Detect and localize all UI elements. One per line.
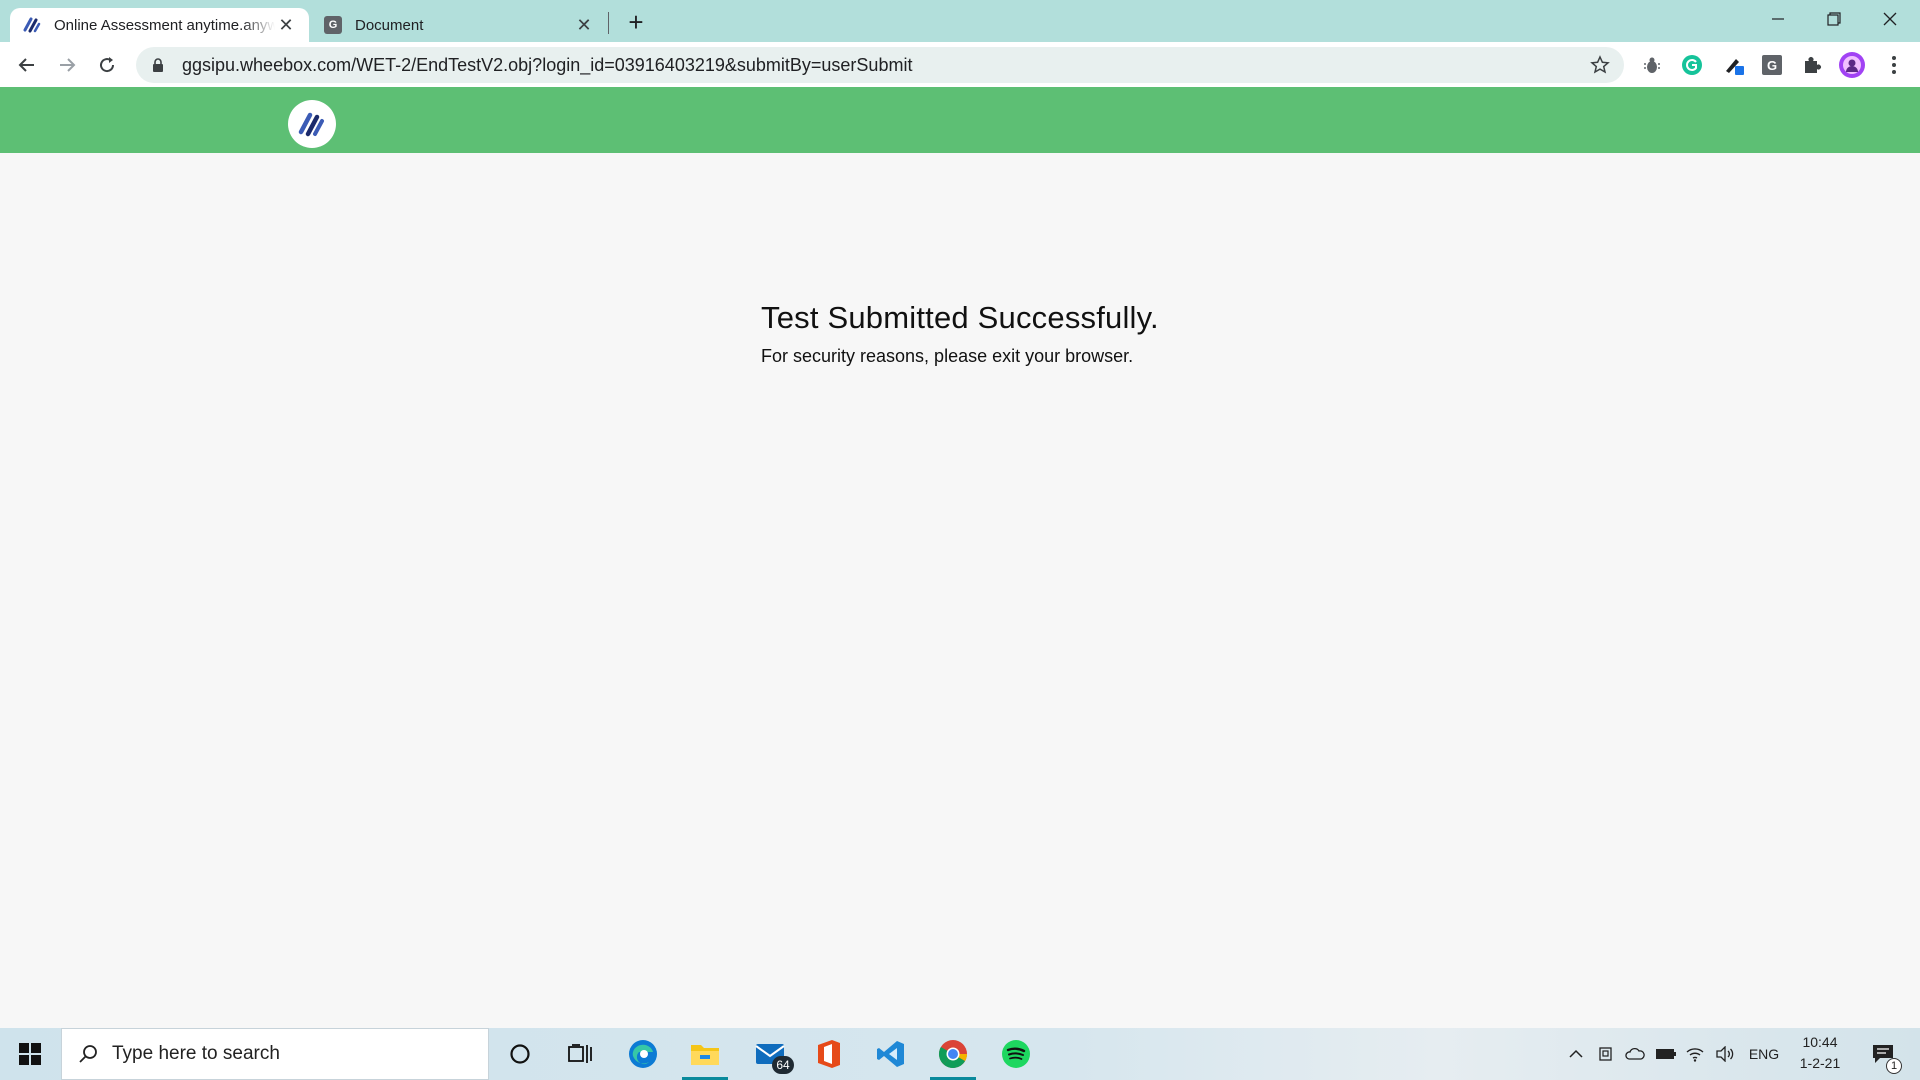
- wheebox-icon: [22, 15, 42, 35]
- new-tab-button[interactable]: +: [622, 7, 650, 37]
- g-extension-icon[interactable]: G: [1758, 51, 1786, 79]
- page-subtitle: For security reasons, please exit your b…: [761, 346, 1134, 366]
- mail-icon[interactable]: 64: [742, 1028, 800, 1080]
- clock-date: 1-2-21: [1799, 1055, 1841, 1071]
- url-text[interactable]: ggsipu.wheebox.com/WET-2/EndTestV2.obj?l…: [182, 55, 1588, 76]
- task-view-icon[interactable]: [551, 1028, 609, 1080]
- page-title: Test Submitted Successfully.: [761, 300, 1159, 335]
- chrome-menu-icon[interactable]: [1880, 51, 1908, 79]
- close-tab-icon[interactable]: ✕: [275, 14, 297, 36]
- minimize-button[interactable]: [1750, 0, 1806, 38]
- wifi-icon[interactable]: [1684, 1028, 1706, 1080]
- site-header: [0, 87, 1920, 153]
- tab-divider: [608, 12, 609, 34]
- tab-document[interactable]: G Document ✕: [311, 8, 607, 42]
- browser-toolbar: ggsipu.wheebox.com/WET-2/EndTestV2.obj?l…: [0, 42, 1920, 87]
- svg-text:G: G: [1767, 58, 1777, 73]
- lock-icon[interactable]: [150, 57, 166, 73]
- cortana-icon[interactable]: [491, 1028, 549, 1080]
- grammarly-icon[interactable]: [1678, 51, 1706, 79]
- windows-taskbar: Type here to search 64 ENG 10:44 1-2-21 …: [0, 1028, 1920, 1080]
- bug-extension-icon[interactable]: [1638, 51, 1666, 79]
- file-explorer-icon[interactable]: [676, 1028, 734, 1080]
- taskbar-search[interactable]: Type here to search: [61, 1028, 489, 1080]
- chrome-icon[interactable]: [924, 1028, 982, 1080]
- office-icon[interactable]: [800, 1028, 858, 1080]
- close-tab-icon[interactable]: ✕: [573, 14, 595, 36]
- clock-time: 10:44: [1802, 1034, 1838, 1050]
- tab-title: Document: [355, 16, 424, 34]
- pen-extension-icon[interactable]: [1720, 51, 1748, 79]
- tab-online-assessment[interactable]: Online Assessment anytime.anywhere ✕: [10, 8, 309, 42]
- search-placeholder: Type here to search: [112, 1043, 280, 1064]
- document-icon: G: [323, 15, 343, 35]
- onedrive-icon[interactable]: [1624, 1028, 1646, 1080]
- meet-now-icon[interactable]: [1596, 1028, 1616, 1080]
- extensions-puzzle-icon[interactable]: [1798, 51, 1826, 79]
- show-hidden-icons-chevron-icon[interactable]: [1565, 1028, 1587, 1080]
- profile-avatar[interactable]: [1838, 51, 1866, 79]
- battery-icon[interactable]: [1654, 1028, 1678, 1080]
- bookmark-star-icon[interactable]: [1588, 53, 1612, 77]
- restore-button[interactable]: [1806, 0, 1862, 38]
- tab-title: Online Assessment anytime.anywhere: [54, 16, 275, 34]
- volume-icon[interactable]: [1714, 1028, 1736, 1080]
- address-bar[interactable]: ggsipu.wheebox.com/WET-2/EndTestV2.obj?l…: [136, 47, 1624, 83]
- language-indicator[interactable]: ENG: [1744, 1028, 1784, 1080]
- mail-count-badge: 64: [772, 1056, 794, 1074]
- reload-button[interactable]: [90, 48, 124, 82]
- search-icon: [76, 1042, 100, 1066]
- spotify-icon[interactable]: [987, 1028, 1045, 1080]
- back-button[interactable]: [10, 48, 44, 82]
- edge-icon[interactable]: [614, 1028, 672, 1080]
- vscode-icon[interactable]: [862, 1028, 920, 1080]
- forward-button[interactable]: [50, 48, 84, 82]
- windows-start-button[interactable]: [0, 1028, 60, 1080]
- close-window-button[interactable]: [1862, 0, 1918, 38]
- wheebox-logo[interactable]: [288, 100, 336, 148]
- submission-message: Test Submitted Successfully. For securit…: [761, 300, 1361, 367]
- notification-count-badge: 1: [1886, 1058, 1902, 1074]
- tab-strip: Online Assessment anytime.anywhere ✕ G D…: [0, 0, 1920, 42]
- clock[interactable]: 10:44 1-2-21: [1780, 1032, 1860, 1076]
